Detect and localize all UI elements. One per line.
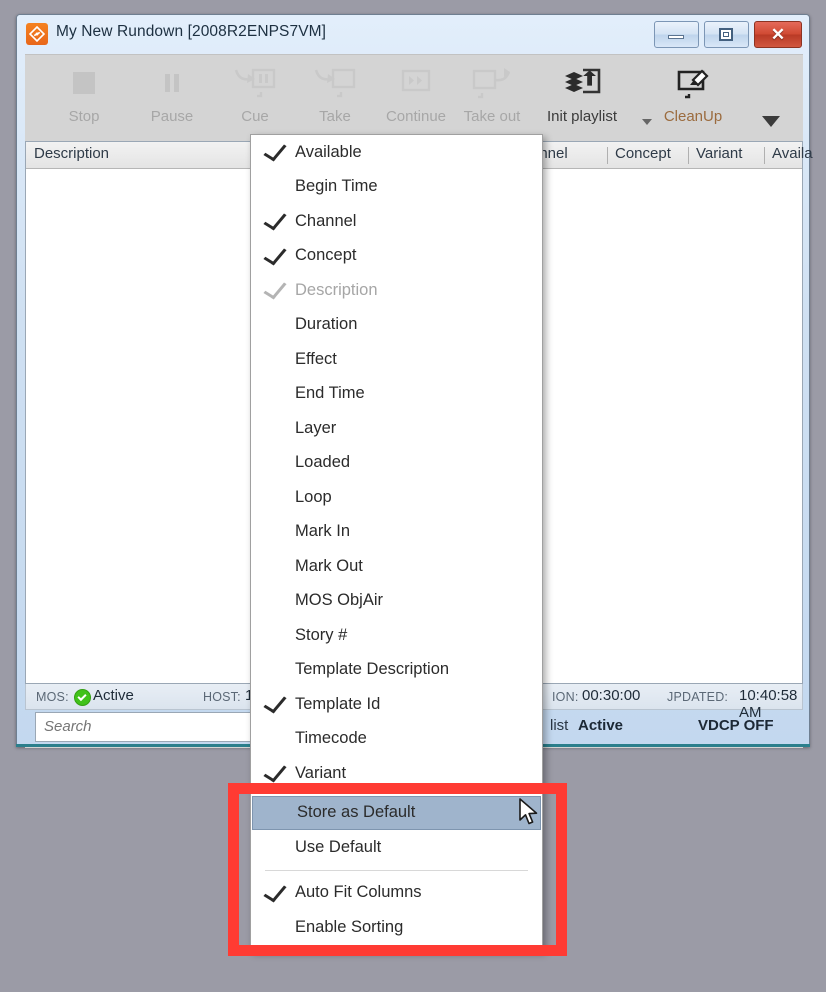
window-controls: ✕ [654,21,802,48]
menu-item-enable-sorting[interactable]: Enable Sorting [251,910,542,945]
column-chooser-context-menu[interactable]: Available Begin Time Channel Concept Des… [250,134,543,951]
toolbar-button-cleanup[interactable]: CleanUp [638,59,748,139]
toolbar-label-stop: Stop [68,108,100,125]
column-header-variant[interactable]: Variant [696,145,742,162]
check-icon [263,208,287,231]
menu-item-store-as-default[interactable]: Store as Default [252,795,541,830]
column-header-available[interactable]: Availa [772,145,813,162]
menu-item-duration[interactable]: Duration [251,308,542,343]
menu-item-begin-time[interactable]: Begin Time [251,170,542,205]
mouse-cursor-icon [519,798,538,825]
toolbar-label-take: Take [319,108,351,125]
menu-item-layer[interactable]: Layer [251,411,542,446]
viz-diamond-icon [26,23,48,45]
continue-monitor-icon [398,59,434,107]
screen-root: My New Rundown [2008R2ENPS7VM] ✕ Stop Pa… [0,0,826,992]
cue-monitor-icon [233,59,277,107]
column-header-description[interactable]: Description [34,145,109,162]
column-divider[interactable] [764,147,765,164]
status-ok-icon [74,689,91,706]
pause-bars-icon [157,59,187,107]
menu-item-description: Description [251,273,542,308]
menu-item-effect[interactable]: Effect [251,342,542,377]
playlist-label: list [550,717,569,734]
toolbar-label-pause: Pause [150,108,194,125]
maximize-icon [719,28,733,41]
stop-square-icon [69,59,99,107]
check-icon [263,691,287,714]
menu-item-template-id[interactable]: Template Id [251,687,542,722]
toolbar-button-cue[interactable]: Cue [210,59,300,139]
cleanup-monitor-icon [673,59,713,107]
menu-item-concept[interactable]: Concept [251,239,542,274]
status-host-label: HOST: [203,690,241,704]
column-divider[interactable] [688,147,689,164]
take-monitor-icon [313,59,357,107]
column-divider[interactable] [607,147,608,164]
minimize-icon [668,35,684,39]
toolbar-overflow-chevron-down-icon[interactable] [762,116,780,127]
status-updated-label: JPDATED: [667,690,729,704]
menu-item-available[interactable]: Available [251,135,542,170]
menu-item-template-description[interactable]: Template Description [251,653,542,688]
menu-item-end-time[interactable]: End Time [251,377,542,412]
toolbar-label-cleanup: CleanUp [663,108,723,125]
menu-gap [251,945,542,950]
column-header-concept[interactable]: Concept [615,145,671,162]
menu-item-timecode[interactable]: Timecode [251,722,542,757]
menu-item-auto-fit-columns[interactable]: Auto Fit Columns [251,876,542,911]
menu-item-loop[interactable]: Loop [251,480,542,515]
menu-item-mark-out[interactable]: Mark Out [251,549,542,584]
menu-item-mos-objair[interactable]: MOS ObjAir [251,584,542,619]
minimize-button[interactable] [654,21,699,48]
window-title: My New Rundown [2008R2ENPS7VM] [56,23,327,40]
main-toolbar: Stop Pause Cue Take Continue Take out In… [25,54,803,142]
vdcp-state: VDCP OFF [698,717,774,734]
playlist-state: Active [578,717,624,734]
toolbar-button-init-playlist[interactable]: Init playlist [512,59,652,139]
check-icon [263,880,287,903]
check-icon [263,139,287,162]
toolbar-label-init-playlist: Init playlist [546,108,618,125]
init-playlist-icon [561,59,603,107]
maximize-button[interactable] [704,21,749,48]
menu-item-story-number[interactable]: Story # [251,618,542,653]
menu-item-use-default[interactable]: Use Default [251,830,542,865]
check-icon [263,277,287,300]
menu-separator [265,869,528,871]
toolbar-label-cue: Cue [241,108,269,125]
menu-item-channel[interactable]: Channel [251,204,542,239]
menu-item-mark-in[interactable]: Mark In [251,515,542,550]
close-icon: ✕ [770,25,786,44]
take-out-monitor-icon [470,59,514,107]
status-mos-value: Active [93,687,134,704]
check-icon [263,760,287,783]
status-duration-value: 00:30:00 [582,687,641,704]
check-icon [263,243,287,266]
toolbar-button-stop[interactable]: Stop [39,59,129,139]
status-mos-label: MOS: [36,690,69,704]
toolbar-button-pause[interactable]: Pause [127,59,217,139]
menu-item-variant[interactable]: Variant [251,756,542,791]
search-input[interactable] [42,717,246,736]
title-bar[interactable]: My New Rundown [2008R2ENPS7VM] ✕ [17,15,809,54]
search-box[interactable] [35,712,285,742]
menu-item-loaded[interactable]: Loaded [251,446,542,481]
close-button[interactable]: ✕ [754,21,802,48]
status-duration-label: ION: [552,690,579,704]
